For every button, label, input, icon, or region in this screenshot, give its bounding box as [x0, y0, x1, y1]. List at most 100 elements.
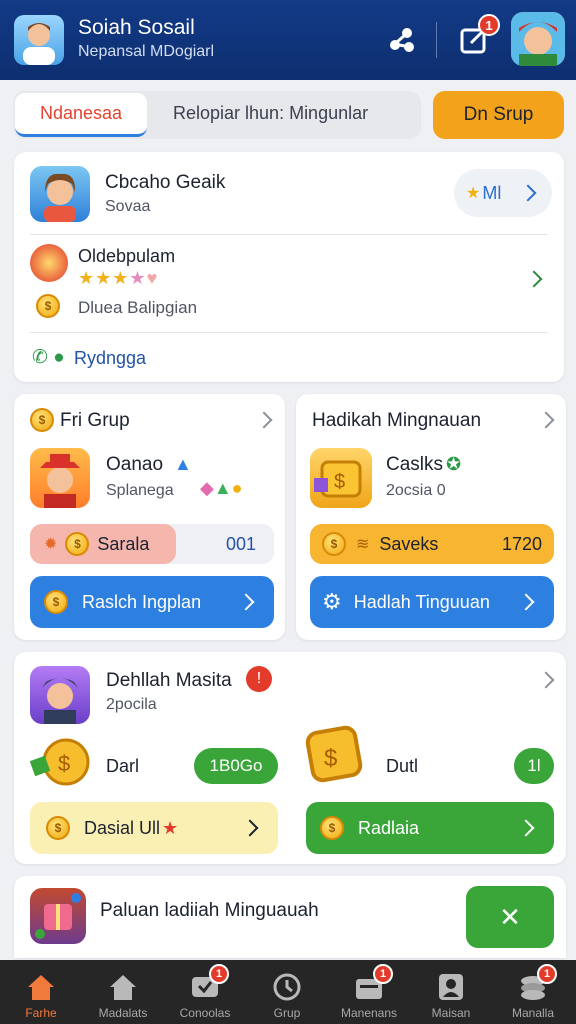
tab-weekly[interactable]: Relopiar lhun: Mingunlar — [173, 103, 368, 124]
reward-item-sub: 2ocsia 0 — [386, 482, 446, 499]
tab-active[interactable]: Ndanesaa — [15, 93, 147, 137]
gear-icon: ⚙ — [322, 589, 342, 614]
group-card: $ Fri Grup Oanao ▲ Splanega ◆▲● ✹ $ Sara… — [14, 394, 285, 640]
phone-icon: ✆ ● — [32, 347, 65, 368]
close-button[interactable]: ✕ — [466, 886, 554, 948]
reward-badge-icon — [30, 244, 68, 282]
profile-status: Sovaa — [105, 198, 151, 215]
mission-left-button[interactable]: $ Dasial Ull ★ — [30, 802, 278, 854]
svg-text:$: $ — [334, 471, 345, 493]
group-action-button[interactable]: $ Raslch Ingplan — [30, 576, 274, 628]
profile-name: Cbcaho Geaik — [105, 172, 226, 193]
mission-right-button[interactable]: $ Radlaia — [306, 802, 554, 854]
profile-card: Cbcaho Geaik Sovaa ★ Ml Oldebpulam ★★★★♥… — [14, 152, 564, 382]
progress-label: Sarala — [97, 533, 150, 554]
profile-pill-button[interactable]: ★ Ml — [454, 169, 552, 217]
nav-item-home[interactable]: Farhe — [0, 960, 82, 1024]
reward-item-name: Caslks — [386, 454, 444, 475]
chevron-right-icon — [237, 593, 255, 611]
alert-badge-icon: ! — [246, 666, 272, 692]
mission-right-label: Dutl — [386, 756, 419, 776]
nav-label: Madalats — [98, 1006, 148, 1020]
star-icon: ★ — [162, 817, 179, 838]
gems-icon: ◆▲● — [200, 478, 243, 498]
folder-icon: 1 — [353, 964, 393, 1002]
profile-avatar[interactable] — [30, 166, 90, 222]
user-avatar[interactable] — [511, 12, 565, 66]
home-icon — [25, 972, 57, 1002]
app-avatar[interactable] — [14, 15, 64, 65]
chevron-right-icon[interactable] — [525, 270, 543, 288]
footer-link[interactable]: Rydngga — [74, 348, 146, 369]
mission-left-pill[interactable]: 1B0Go — [194, 748, 278, 784]
bottom-nav: Farhe Madalats 1 Conoolas Grup 1 Manenan… — [0, 960, 576, 1024]
reward-progress: $ ≋ Saveks 1720 — [310, 524, 554, 564]
group-user-name: Oanao — [106, 454, 164, 475]
group-button[interactable]: Dn Srup — [433, 91, 564, 139]
chevron-right-icon — [517, 819, 535, 837]
app-title: Soiah Sosail — [78, 16, 195, 39]
svg-text:$: $ — [324, 745, 337, 772]
nav-label: Grup — [273, 1006, 301, 1020]
chevron-right-icon[interactable] — [255, 411, 273, 429]
group-action-label: Raslch Ingplan — [82, 591, 202, 612]
nav-item-manalla[interactable]: 1 Manalla — [492, 960, 574, 1024]
nav-label: Farhe — [25, 1006, 57, 1020]
gift-icon — [30, 888, 86, 944]
nav-item-maisan[interactable]: Maisan — [410, 960, 492, 1024]
coin-icon: $ — [36, 294, 60, 318]
chevron-right-icon — [519, 184, 537, 202]
user-avatar[interactable] — [30, 448, 90, 508]
reward-action-button[interactable]: ⚙ Hadlah Tinguuan — [310, 576, 554, 628]
coins-icon: ≋ — [356, 536, 370, 553]
mission-sub: 2pocila — [106, 696, 157, 713]
mission-card: Dehllah Masita ! 2pocila $ Darl 1B0Go $ … — [14, 652, 566, 864]
nav-badge: 1 — [537, 964, 557, 984]
app-subtitle: Nepansal MDogiarl — [78, 43, 215, 60]
nav-item-conoolas[interactable]: 1 Conoolas — [164, 960, 246, 1024]
header-divider — [436, 22, 437, 58]
reward-action-label: Hadlah Tinguuan — [353, 591, 490, 612]
star-icon: ★ — [466, 185, 481, 202]
chat-icon: 1 — [189, 964, 229, 1002]
nav-label: Maisan — [431, 1006, 471, 1020]
gold-chest-icon: $ — [302, 724, 370, 788]
coin-pile-icon: $ — [30, 734, 96, 790]
nav-item-madalats[interactable]: Madalats — [82, 960, 164, 1024]
badge-icon: ✹ — [44, 536, 58, 553]
person-icon — [435, 972, 467, 1002]
nav-label: Conoolas — [179, 1006, 231, 1020]
progress-value: 1720 — [501, 534, 542, 554]
mission-right-pill-label: 1l — [527, 756, 541, 775]
weekly-reward-card: Hadikah Mingnauan $ Caslks ✪ 2ocsia 0 $ … — [296, 394, 566, 640]
share-icon[interactable] — [384, 22, 420, 58]
mission-title: Dehllah Masita — [106, 670, 232, 691]
chevron-right-icon — [517, 593, 535, 611]
tab-bar: Ndanesaa Relopiar lhun: Mingunlar — [13, 91, 421, 139]
coin-icon: $ — [65, 532, 90, 556]
mission-right-pill[interactable]: 1l — [514, 748, 554, 784]
nav-item-grup[interactable]: Grup — [246, 960, 328, 1024]
coin-icon: $ — [46, 816, 70, 840]
gift-box-icon: $ — [310, 448, 372, 508]
clock-icon — [271, 972, 303, 1002]
edit-icon[interactable]: 1 — [456, 14, 500, 58]
group-user-sub: Splanega — [106, 482, 174, 499]
close-icon: ✕ — [499, 901, 521, 932]
verified-icon: ▲ — [174, 454, 192, 474]
chevron-right-icon[interactable] — [537, 411, 555, 429]
app-header: Soiah Sosail Nepansal MDogiarl 1 — [0, 0, 576, 80]
mission-right-button-label: Radlaia — [358, 817, 420, 838]
nav-badge: 1 — [373, 964, 393, 984]
progress-label: Saveks — [379, 533, 439, 554]
nav-label: Manalla — [511, 1006, 555, 1020]
divider — [30, 234, 548, 235]
nav-item-manenans[interactable]: 1 Manenans — [328, 960, 410, 1024]
pill-label: Ml — [482, 182, 502, 203]
mission-avatar[interactable] — [30, 666, 90, 724]
chevron-right-icon[interactable] — [537, 671, 555, 689]
group-progress: ✹ $ Sarala 001 — [30, 524, 274, 564]
banner-text: Paluan ladiiah Minguauah — [100, 900, 319, 921]
svg-text:$: $ — [58, 751, 70, 776]
mission-left-pill-label: 1B0Go — [209, 756, 263, 775]
